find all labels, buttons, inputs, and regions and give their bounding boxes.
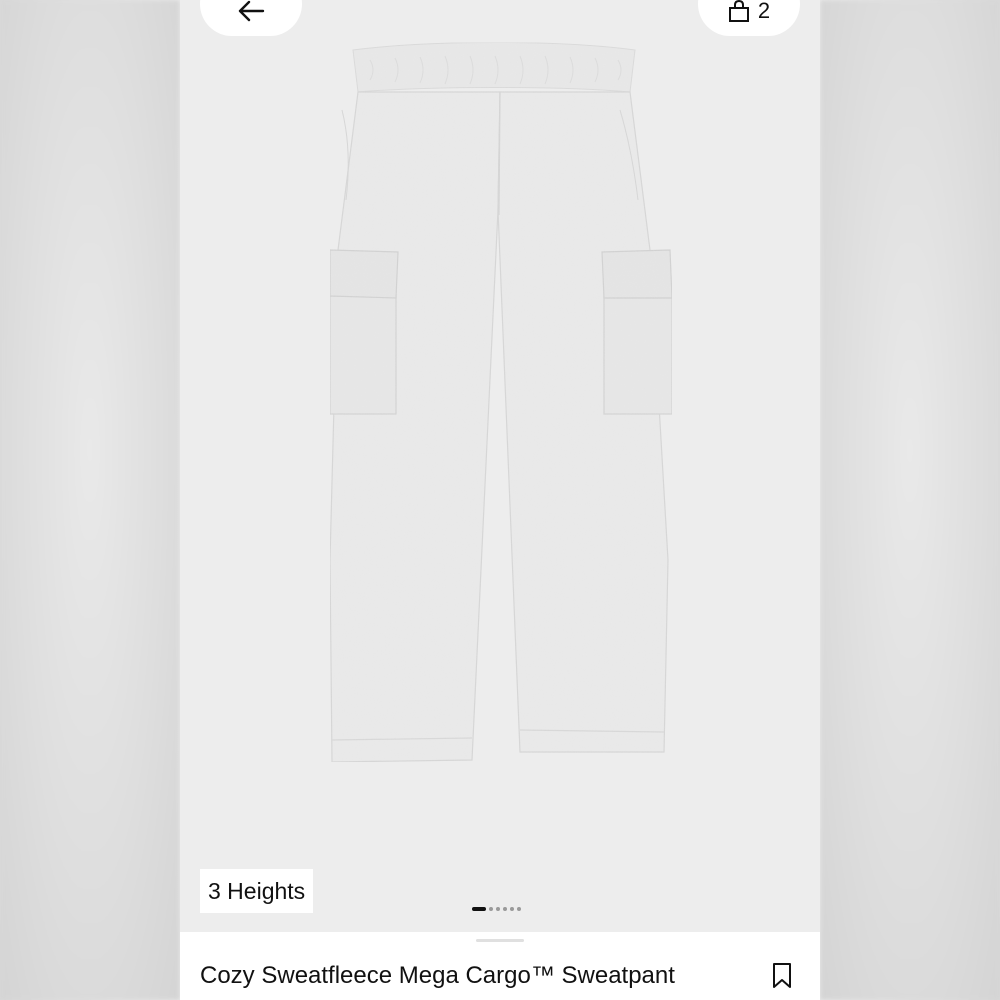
product-details-sheet[interactable]: Cozy Sweatfleece Mega Cargo™ Sweatpant	[180, 932, 820, 1000]
product-page: 2 3 Heights Cozy Sweatfleece Mega Cargo™…	[180, 0, 820, 1000]
carousel-dot-active[interactable]	[472, 907, 486, 911]
carousel-dot[interactable]	[496, 907, 500, 911]
heights-badge: 3 Heights	[200, 869, 314, 913]
carousel-dot[interactable]	[503, 907, 507, 911]
cart-button[interactable]: 2	[698, 0, 800, 36]
product-title: Cozy Sweatfleece Mega Cargo™ Sweatpant	[200, 962, 675, 989]
back-button[interactable]	[200, 0, 302, 36]
product-image[interactable]: 2 3 Heights	[180, 0, 820, 932]
sweatpant-illustration	[329, 42, 673, 763]
sheet-drag-handle[interactable]	[476, 939, 524, 942]
cart-count: 2	[757, 0, 771, 23]
carousel-dot[interactable]	[517, 907, 521, 911]
carousel-indicator[interactable]	[472, 907, 521, 911]
save-button[interactable]	[772, 963, 792, 993]
carousel-dot[interactable]	[510, 907, 514, 911]
bookmark-icon	[773, 963, 791, 988]
screen: 2 3 Heights Cozy Sweatfleece Mega Cargo™…	[0, 0, 1000, 1000]
blurred-backdrop-left	[0, 0, 180, 1000]
arrow-left-icon	[238, 0, 265, 22]
shopping-bag-icon	[728, 0, 749, 22]
carousel-dot[interactable]	[489, 907, 493, 911]
blurred-backdrop-right	[820, 0, 1000, 1000]
